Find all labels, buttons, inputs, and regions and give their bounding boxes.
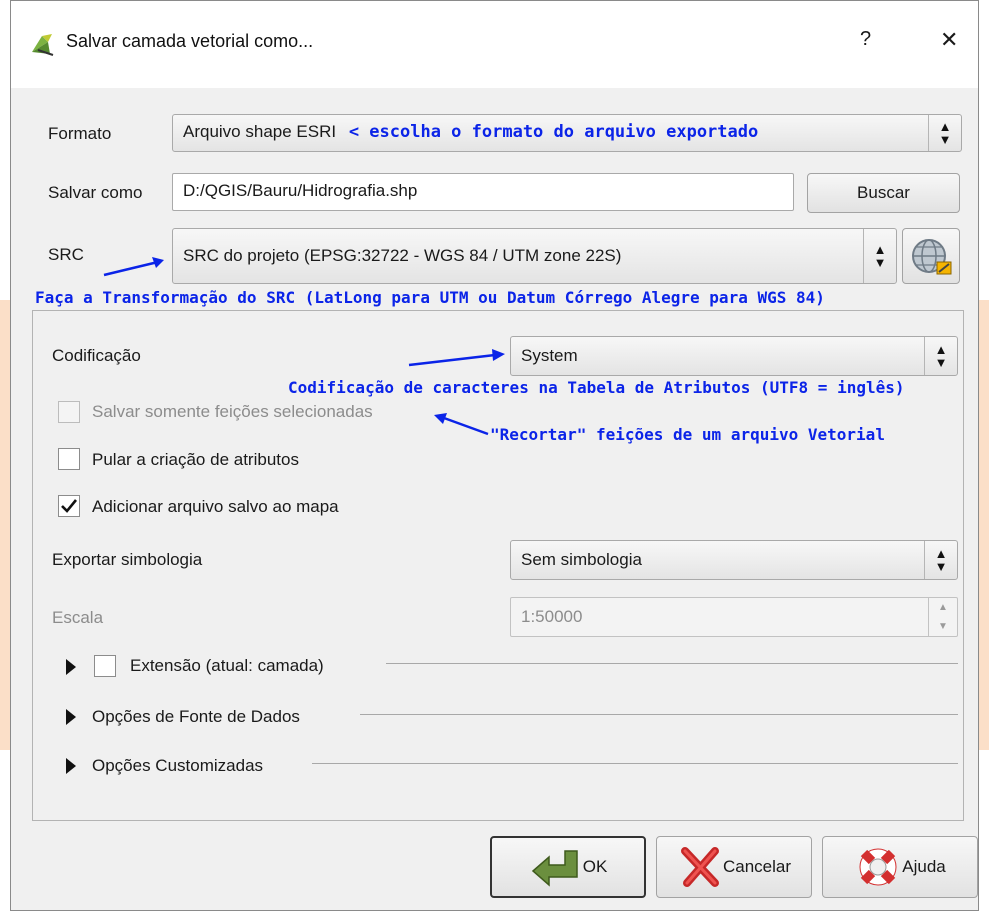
fonte-dados-divider [360,714,958,715]
buscar-label: Buscar [857,183,910,202]
recortar-annotation: "Recortar" feições de um arquivo Vetoria… [490,425,885,444]
globe-crs-icon [912,239,952,275]
salvar-label: Salvar como [48,183,143,202]
recortar-arrow-annotation [432,412,492,438]
formato-combo[interactable]: Arquivo shape ESRI < escolha o formato d… [172,114,962,152]
ajuda-button[interactable]: Ajuda [822,836,978,898]
window-title: Salvar camada vetorial como... [66,31,314,51]
exportar-label: Exportar simbologia [52,550,203,569]
adicionar-mapa-label: Adicionar arquivo salvo ao mapa [92,497,339,516]
chevron-updown-icon: ▲ ▼ [924,337,957,375]
exportar-value: Sem simbologia [521,550,642,569]
extensao-checkbox[interactable] [94,655,116,677]
close-icon[interactable]: ✕ [940,27,958,53]
chevron-updown-icon: ▲ ▼ [928,115,961,151]
cancel-x-icon [680,847,719,887]
checkmark-icon [61,499,78,513]
codificacao-value: System [521,346,578,365]
spin-arrows-icon[interactable]: ▲ ▼ [928,598,957,636]
chevron-updown-icon: ▲ ▼ [924,541,957,579]
salvar-selecionadas-checkbox[interactable] [58,401,80,423]
src-value: SRC do projeto (EPSG:32722 - WGS 84 / UT… [183,246,622,265]
escala-spinbox[interactable]: 1:50000 ▲ ▼ [510,597,958,637]
pular-atributos-checkbox[interactable] [58,448,80,470]
expand-triangle-icon[interactable] [66,758,76,774]
salvar-path-input[interactable]: D:/QGIS/Bauru/Hidrografia.shp [172,173,794,211]
salvar-selecionadas-label: Salvar somente feições selecionadas [92,402,373,421]
src-annotation: Faça a Transformação do SRC (LatLong par… [35,288,825,307]
src-combo[interactable]: SRC do projeto (EPSG:32722 - WGS 84 / UT… [172,228,897,284]
extensao-divider [386,663,958,664]
background-decoration-right [979,300,989,750]
ok-label: OK [582,857,608,876]
ok-button[interactable]: OK [490,836,646,898]
crs-select-button[interactable] [902,228,960,284]
chevron-updown-icon: ▲ ▼ [863,229,896,283]
codificacao-combo[interactable]: System ▲ ▼ [510,336,958,376]
extensao-label: Extensão (atual: camada) [130,656,324,675]
cancelar-button[interactable]: Cancelar [656,836,812,898]
lifebuoy-icon [859,848,897,886]
buscar-button[interactable]: Buscar [807,173,960,213]
src-label: SRC [48,245,84,264]
background-decoration-left [0,300,10,750]
codificacao-label: Codificação [52,346,141,365]
fonte-dados-label: Opções de Fonte de Dados [92,707,300,726]
escala-label: Escala [52,608,104,627]
pular-atributos-label: Pular a criação de atributos [92,450,299,469]
codificacao-annotation: Codificação de caracteres na Tabela de A… [288,378,905,397]
codificacao-arrow-annotation [405,345,510,369]
help-title-button[interactable]: ? [860,28,871,51]
opcoes-customizadas-label: Opções Customizadas [92,756,264,775]
formato-annotation: < escolha o formato do arquivo exportado [348,122,759,142]
cancelar-label: Cancelar [722,857,792,876]
src-arrow-annotation [100,252,170,282]
expand-triangle-icon[interactable] [66,709,76,725]
formato-label: Formato [48,124,112,143]
exportar-combo[interactable]: Sem simbologia ▲ ▼ [510,540,958,580]
formato-value: Arquivo shape ESRI [183,122,337,141]
adicionar-mapa-checkbox[interactable] [58,495,80,517]
escala-value: 1:50000 [521,607,583,626]
ajuda-label: Ajuda [902,857,946,876]
opcoes-customizadas-divider [312,763,958,764]
qgis-icon [28,30,56,58]
ok-arrow-icon [531,850,578,887]
expand-triangle-icon[interactable] [66,659,76,675]
